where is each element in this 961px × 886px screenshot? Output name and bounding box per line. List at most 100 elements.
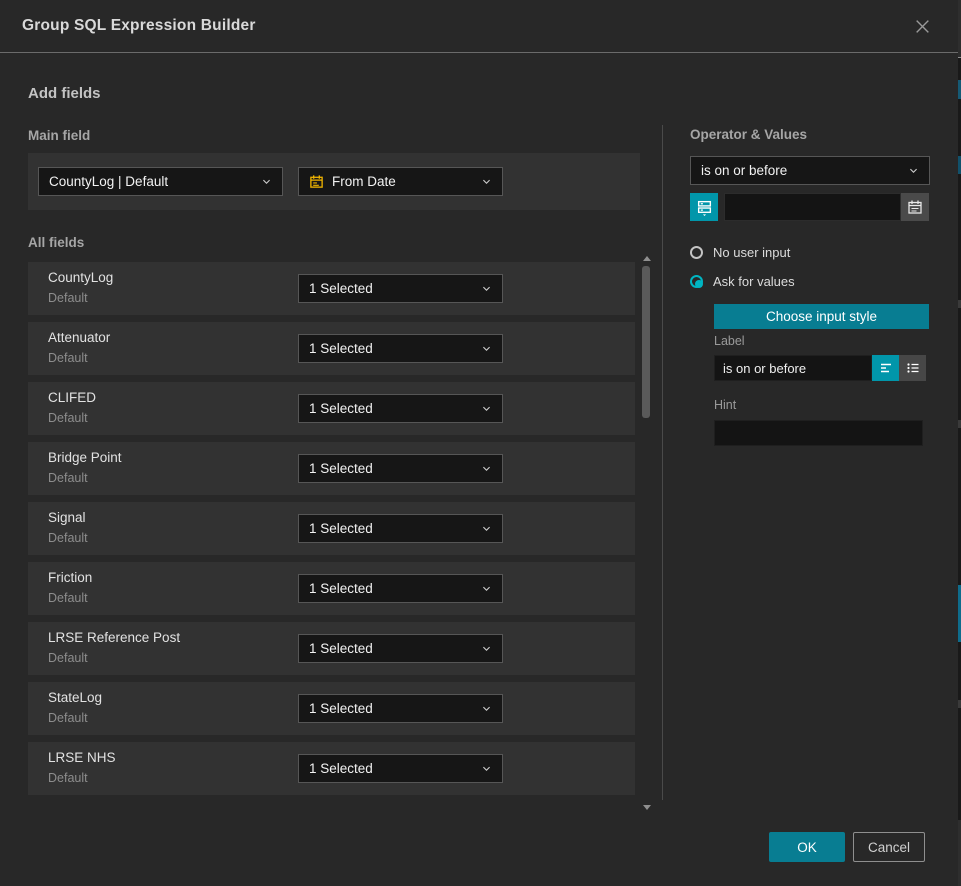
field-name: CountyLog bbox=[48, 270, 113, 285]
chevron-down-icon bbox=[481, 703, 492, 714]
scrollbar-up-icon[interactable] bbox=[643, 256, 651, 261]
chevron-down-icon bbox=[481, 643, 492, 654]
field-values-dropdown-value: 1 Selected bbox=[309, 521, 473, 536]
field-values-dropdown[interactable]: 1 Selected bbox=[298, 394, 503, 423]
field-row: Attenuator Default 1 Selected bbox=[28, 322, 635, 375]
panel-divider bbox=[662, 125, 663, 800]
field-values-dropdown-value: 1 Selected bbox=[309, 761, 473, 776]
field-row: StateLog Default 1 Selected bbox=[28, 682, 635, 735]
unique-values-icon bbox=[696, 199, 713, 216]
field-name: LRSE NHS bbox=[48, 750, 116, 765]
add-fields-heading: Add fields bbox=[28, 85, 101, 102]
field-values-dropdown[interactable]: 1 Selected bbox=[298, 454, 503, 483]
list-style-icon bbox=[905, 360, 921, 376]
unique-values-button[interactable] bbox=[690, 193, 718, 221]
header-divider bbox=[0, 52, 958, 53]
field-type-label: Default bbox=[48, 651, 88, 665]
chevron-down-icon bbox=[481, 763, 492, 774]
field-type-label: Default bbox=[48, 531, 88, 545]
field-type-label: Default bbox=[48, 411, 88, 425]
label-input[interactable] bbox=[714, 355, 872, 381]
close-icon bbox=[914, 18, 931, 35]
field-name: CLIFED bbox=[48, 390, 96, 405]
calendar-icon bbox=[907, 199, 923, 215]
main-field-heading: Main field bbox=[28, 128, 90, 143]
radio-circle-icon bbox=[690, 275, 703, 288]
value-input[interactable] bbox=[724, 193, 901, 221]
chevron-down-icon bbox=[481, 283, 492, 294]
main-field-field-dropdown[interactable]: From Date bbox=[298, 167, 503, 196]
field-name: Signal bbox=[48, 510, 86, 525]
field-row: CountyLog Default 1 Selected bbox=[28, 262, 635, 315]
fields-scrollbar[interactable] bbox=[640, 253, 653, 813]
field-type-label: Default bbox=[48, 351, 88, 365]
field-type-label: Default bbox=[48, 711, 88, 725]
field-row: LRSE Reference Post Default 1 Selected bbox=[28, 622, 635, 675]
radio-ask-for-values[interactable]: Ask for values bbox=[690, 274, 795, 289]
calendar-icon bbox=[309, 174, 324, 189]
field-values-dropdown[interactable]: 1 Selected bbox=[298, 694, 503, 723]
dialog-header: Group SQL Expression Builder bbox=[0, 0, 958, 52]
field-values-dropdown[interactable]: 1 Selected bbox=[298, 634, 503, 663]
text-style-icon bbox=[878, 360, 894, 376]
chevron-down-icon bbox=[481, 343, 492, 354]
scrollbar-down-icon[interactable] bbox=[643, 805, 651, 810]
main-field-field-value: From Date bbox=[332, 174, 473, 189]
radio-label: Ask for values bbox=[713, 274, 795, 289]
operator-dropdown-value: is on or before bbox=[701, 163, 900, 178]
field-values-dropdown[interactable]: 1 Selected bbox=[298, 334, 503, 363]
chevron-down-icon bbox=[908, 165, 919, 176]
chevron-down-icon bbox=[481, 583, 492, 594]
field-name: Friction bbox=[48, 570, 92, 585]
field-name: StateLog bbox=[48, 690, 102, 705]
date-picker-button[interactable] bbox=[901, 193, 929, 221]
field-row: CLIFED Default 1 Selected bbox=[28, 382, 635, 435]
field-values-dropdown[interactable]: 1 Selected bbox=[298, 574, 503, 603]
hint-field-caption: Hint bbox=[714, 398, 736, 412]
main-field-panel: CountyLog | Default From Date bbox=[28, 153, 640, 210]
field-row: LRSE NHS Default 1 Selected bbox=[28, 742, 635, 795]
dialog-title: Group SQL Expression Builder bbox=[22, 17, 908, 35]
field-values-dropdown[interactable]: 1 Selected bbox=[298, 754, 503, 783]
field-values-dropdown-value: 1 Selected bbox=[309, 461, 473, 476]
scrollbar-thumb[interactable] bbox=[642, 266, 650, 418]
chevron-down-icon bbox=[481, 403, 492, 414]
field-values-dropdown-value: 1 Selected bbox=[309, 581, 473, 596]
all-fields-heading: All fields bbox=[28, 235, 84, 250]
ok-button[interactable]: OK bbox=[769, 832, 845, 862]
main-field-source-value: CountyLog | Default bbox=[49, 174, 253, 189]
field-values-dropdown-value: 1 Selected bbox=[309, 401, 473, 416]
field-name: Bridge Point bbox=[48, 450, 122, 465]
radio-no-user-input[interactable]: No user input bbox=[690, 245, 790, 260]
field-row: Friction Default 1 Selected bbox=[28, 562, 635, 615]
dialog-surface: Group SQL Expression Builder Add fields … bbox=[0, 0, 958, 886]
field-row: Signal Default 1 Selected bbox=[28, 502, 635, 555]
radio-label: No user input bbox=[713, 245, 790, 260]
field-name: LRSE Reference Post bbox=[48, 630, 180, 645]
hint-input[interactable] bbox=[714, 420, 923, 446]
operator-dropdown[interactable]: is on or before bbox=[690, 156, 930, 185]
close-button[interactable] bbox=[908, 12, 936, 40]
list-input-style-button[interactable] bbox=[899, 355, 926, 381]
field-values-dropdown[interactable]: 1 Selected bbox=[298, 274, 503, 303]
text-input-style-button[interactable] bbox=[872, 355, 899, 381]
all-fields-list: CountyLog Default 1 Selected Attenuator … bbox=[28, 262, 635, 802]
field-values-dropdown-value: 1 Selected bbox=[309, 281, 473, 296]
field-row: Bridge Point Default 1 Selected bbox=[28, 442, 635, 495]
operator-values-heading: Operator & Values bbox=[690, 127, 807, 142]
field-values-dropdown-value: 1 Selected bbox=[309, 701, 473, 716]
main-field-source-dropdown[interactable]: CountyLog | Default bbox=[38, 167, 283, 196]
field-type-label: Default bbox=[48, 591, 88, 605]
field-type-label: Default bbox=[48, 291, 88, 305]
cancel-button[interactable]: Cancel bbox=[853, 832, 925, 862]
field-type-label: Default bbox=[48, 471, 88, 485]
chevron-down-icon bbox=[481, 176, 492, 187]
field-values-dropdown-value: 1 Selected bbox=[309, 341, 473, 356]
field-values-dropdown-value: 1 Selected bbox=[309, 641, 473, 656]
choose-input-style-button[interactable]: Choose input style bbox=[714, 304, 929, 329]
field-type-label: Default bbox=[48, 771, 88, 785]
field-values-dropdown[interactable]: 1 Selected bbox=[298, 514, 503, 543]
radio-circle-icon bbox=[690, 246, 703, 259]
chevron-down-icon bbox=[481, 523, 492, 534]
chevron-down-icon bbox=[261, 176, 272, 187]
